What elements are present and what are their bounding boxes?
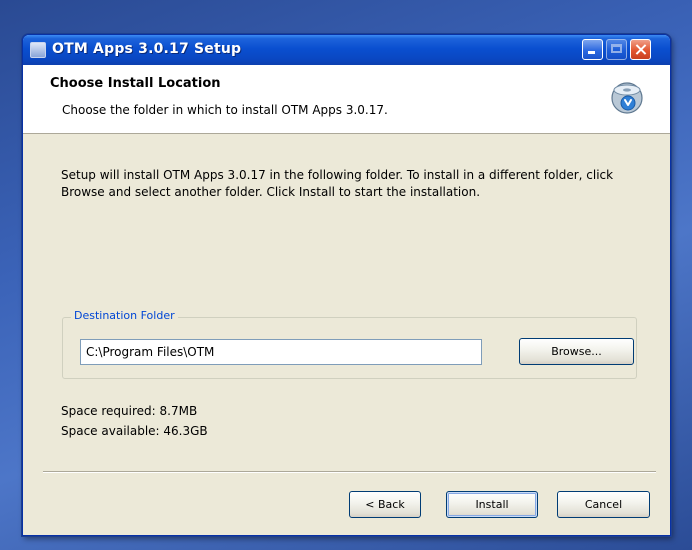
instructions-text: Setup will install OTM Apps 3.0.17 in th… (61, 168, 614, 199)
browse-button[interactable]: Browse... (519, 338, 634, 365)
destination-folder-group: Destination Folder Browse... (62, 309, 637, 379)
space-available: Space available: 46.3GB (61, 424, 208, 438)
page-title: Choose Install Location (50, 76, 221, 91)
install-button[interactable]: Install (446, 491, 538, 518)
footer-divider (43, 471, 656, 473)
page-subtitle: Choose the folder in which to install OT… (62, 103, 388, 117)
space-required: Space required: 8.7MB (61, 404, 198, 418)
title-bar[interactable]: OTM Apps 3.0.17 Setup (23, 35, 670, 65)
install-disk-icon (611, 82, 643, 114)
window-title: OTM Apps 3.0.17 Setup (52, 41, 242, 57)
minimize-button[interactable] (582, 39, 603, 60)
installer-icon (30, 42, 46, 58)
maximize-button[interactable] (606, 39, 627, 60)
setup-window: OTM Apps 3.0.17 Setup Choose Install Loc… (22, 34, 671, 536)
destination-path-input[interactable] (80, 339, 482, 365)
cancel-button[interactable]: Cancel (557, 491, 650, 518)
close-button[interactable] (630, 39, 651, 60)
destination-folder-label: Destination Folder (71, 309, 178, 322)
back-button[interactable]: < Back (349, 491, 421, 518)
header-panel: Choose Install Location Choose the folde… (23, 65, 670, 134)
